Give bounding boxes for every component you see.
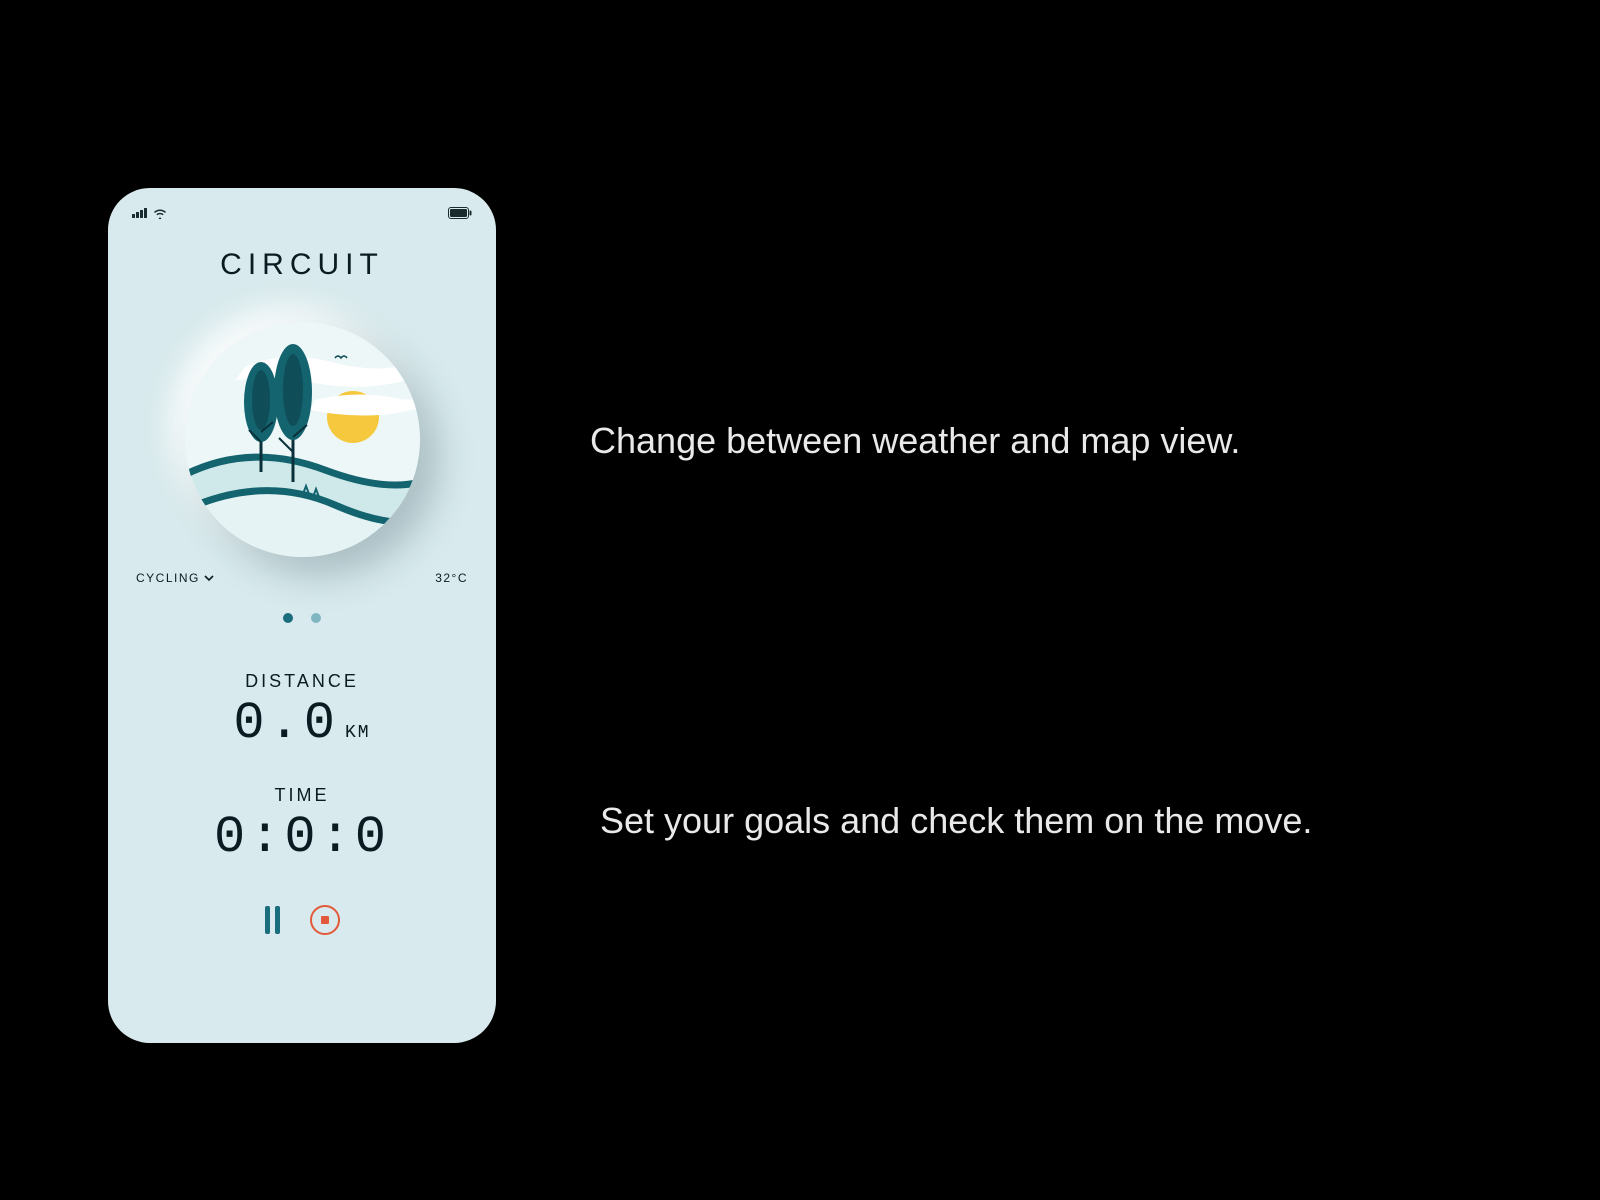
page-dot-active[interactable] xyxy=(283,613,293,623)
chevron-down-icon xyxy=(204,574,214,582)
time-block: TIME 0:0:0 xyxy=(126,785,478,867)
signal-icon xyxy=(132,208,147,218)
status-left xyxy=(132,208,167,219)
activity-select[interactable]: CYCLING xyxy=(136,571,214,585)
meta-row: CYCLING 32°C xyxy=(126,571,478,585)
time-label: TIME xyxy=(126,785,478,806)
status-right xyxy=(448,207,472,219)
stop-icon xyxy=(321,916,329,924)
distance-unit: KM xyxy=(345,723,371,743)
phone-frame: CIRCUIT xyxy=(108,188,496,1043)
distance-label: DISTANCE xyxy=(126,671,478,692)
pause-icon xyxy=(275,906,280,934)
distance-block: DISTANCE 0.0 KM xyxy=(126,671,478,753)
hero-illustration-wrap xyxy=(126,322,478,557)
distance-value: 0.0 KM xyxy=(126,694,478,753)
caption-weather-map: Change between weather and map view. xyxy=(590,420,1240,462)
caption-goals: Set your goals and check them on the mov… xyxy=(600,800,1312,842)
activity-label: CYCLING xyxy=(136,571,200,585)
temperature-readout: 32°C xyxy=(435,571,468,585)
pause-icon xyxy=(265,906,270,934)
playback-controls xyxy=(126,905,478,935)
time-value: 0:0:0 xyxy=(126,808,478,867)
page-dot[interactable] xyxy=(311,613,321,623)
app-title: CIRCUIT xyxy=(126,248,478,282)
distance-number: 0.0 xyxy=(233,694,339,753)
pause-button[interactable] xyxy=(265,906,280,934)
page-indicator xyxy=(126,613,478,623)
landscape-illustration xyxy=(185,322,420,557)
status-bar xyxy=(126,200,478,222)
weather-map-view[interactable] xyxy=(185,322,420,557)
wifi-icon xyxy=(153,208,167,219)
battery-icon xyxy=(448,207,472,219)
stop-button[interactable] xyxy=(310,905,340,935)
